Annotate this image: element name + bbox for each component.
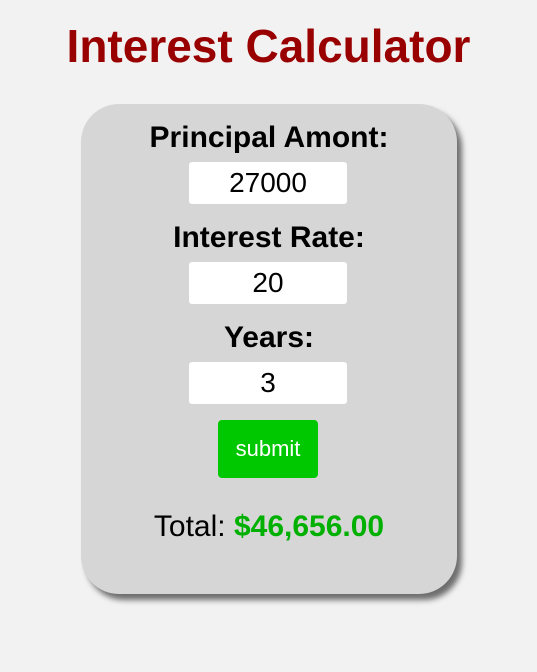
years-input[interactable] — [189, 362, 347, 404]
interest-rate-input[interactable] — [189, 262, 347, 304]
years-label: Years: — [223, 321, 315, 354]
page-title: Interest Calculator — [66, 20, 471, 72]
total-label: Total: — [153, 510, 226, 543]
calculator-card: Principal Amont: Interest Rate: Years: s… — [81, 104, 457, 594]
submit-button[interactable]: submit — [218, 420, 318, 478]
principal-label: Principal Amont: — [149, 121, 389, 154]
interest-rate-label: Interest Rate: — [173, 221, 365, 254]
principal-input[interactable] — [189, 162, 347, 204]
total-row: Total: $46,656.00 — [81, 510, 457, 544]
total-value: $46,656.00 — [233, 510, 385, 543]
